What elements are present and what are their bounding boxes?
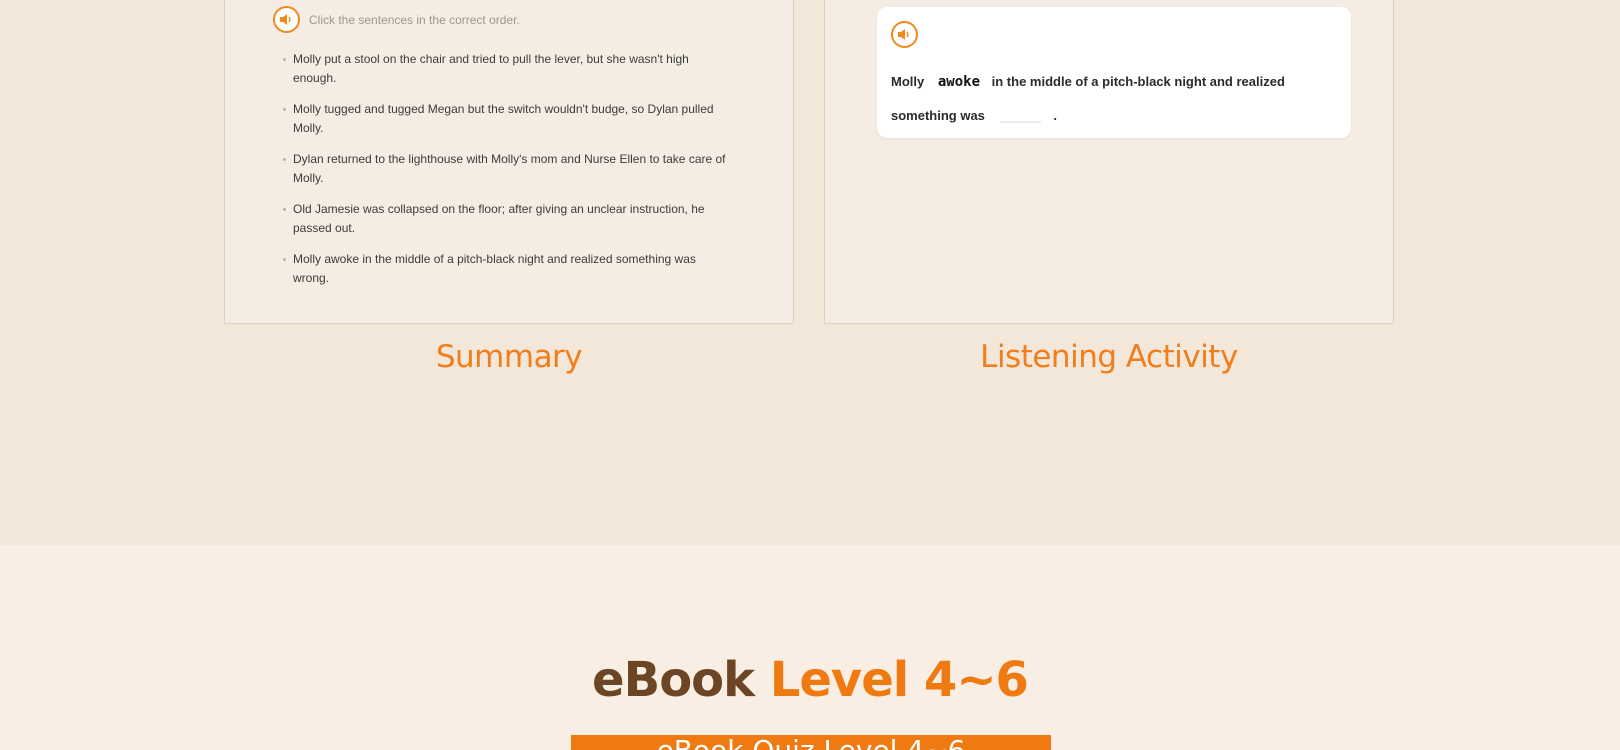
sentence-end: . — [1053, 108, 1057, 123]
features-section: Click the sentences in the correct order… — [0, 0, 1620, 545]
speaker-icon[interactable] — [891, 21, 918, 48]
summary-instruction-row: Click the sentences in the correct order… — [273, 6, 520, 33]
quiz-banner: eBook Quiz Level 4~6 — [571, 735, 1051, 750]
summary-caption: Summary — [435, 339, 583, 375]
sentence-option-2[interactable]: Molly tugged and tugged Megan but the sw… — [283, 100, 735, 138]
section-title: eBook Level 4~6 — [0, 652, 1620, 708]
answer-blank[interactable]: _____ — [1001, 99, 1042, 132]
bullet-dot — [283, 108, 286, 111]
sentence-text: Old Jamesie was collapsed on the floor; … — [293, 202, 705, 235]
listening-sentence: Molly awoke in the middle of a pitch-bla… — [891, 65, 1343, 132]
highlighted-word: awoke — [937, 74, 981, 90]
title-ebook: eBook — [592, 652, 755, 708]
sentence-option-3[interactable]: Dylan returned to the lighthouse with Mo… — [283, 150, 735, 188]
listening-card: Molly awoke in the middle of a pitch-bla… — [877, 7, 1351, 138]
title-level: Level 4~6 — [769, 652, 1029, 708]
sentence-option-1[interactable]: Molly put a stool on the chair and tried… — [283, 50, 735, 88]
sentence-text: Molly put a stool on the chair and tried… — [293, 52, 689, 85]
bullet-dot — [283, 58, 286, 61]
listening-panel: Molly awoke in the middle of a pitch-bla… — [824, 0, 1394, 324]
sentence-start: Molly — [891, 74, 925, 89]
ebook-section — [0, 545, 1620, 750]
sentence-text: Dylan returned to the lighthouse with Mo… — [293, 152, 726, 185]
sentence-text: Molly awoke in the middle of a pitch-bla… — [293, 252, 696, 285]
speaker-icon[interactable] — [273, 6, 300, 33]
bullet-dot — [283, 158, 286, 161]
sentence-option-4[interactable]: Old Jamesie was collapsed on the floor; … — [283, 200, 735, 238]
listening-caption: Listening Activity — [980, 339, 1238, 375]
summary-panel: Click the sentences in the correct order… — [224, 0, 794, 324]
sentence-list: Molly put a stool on the chair and tried… — [283, 50, 735, 300]
summary-instruction: Click the sentences in the correct order… — [309, 12, 520, 27]
bullet-dot — [283, 258, 286, 261]
bullet-dot — [283, 208, 286, 211]
sentence-text: Molly tugged and tugged Megan but the sw… — [293, 102, 714, 135]
sentence-option-5[interactable]: Molly awoke in the middle of a pitch-bla… — [283, 250, 735, 288]
